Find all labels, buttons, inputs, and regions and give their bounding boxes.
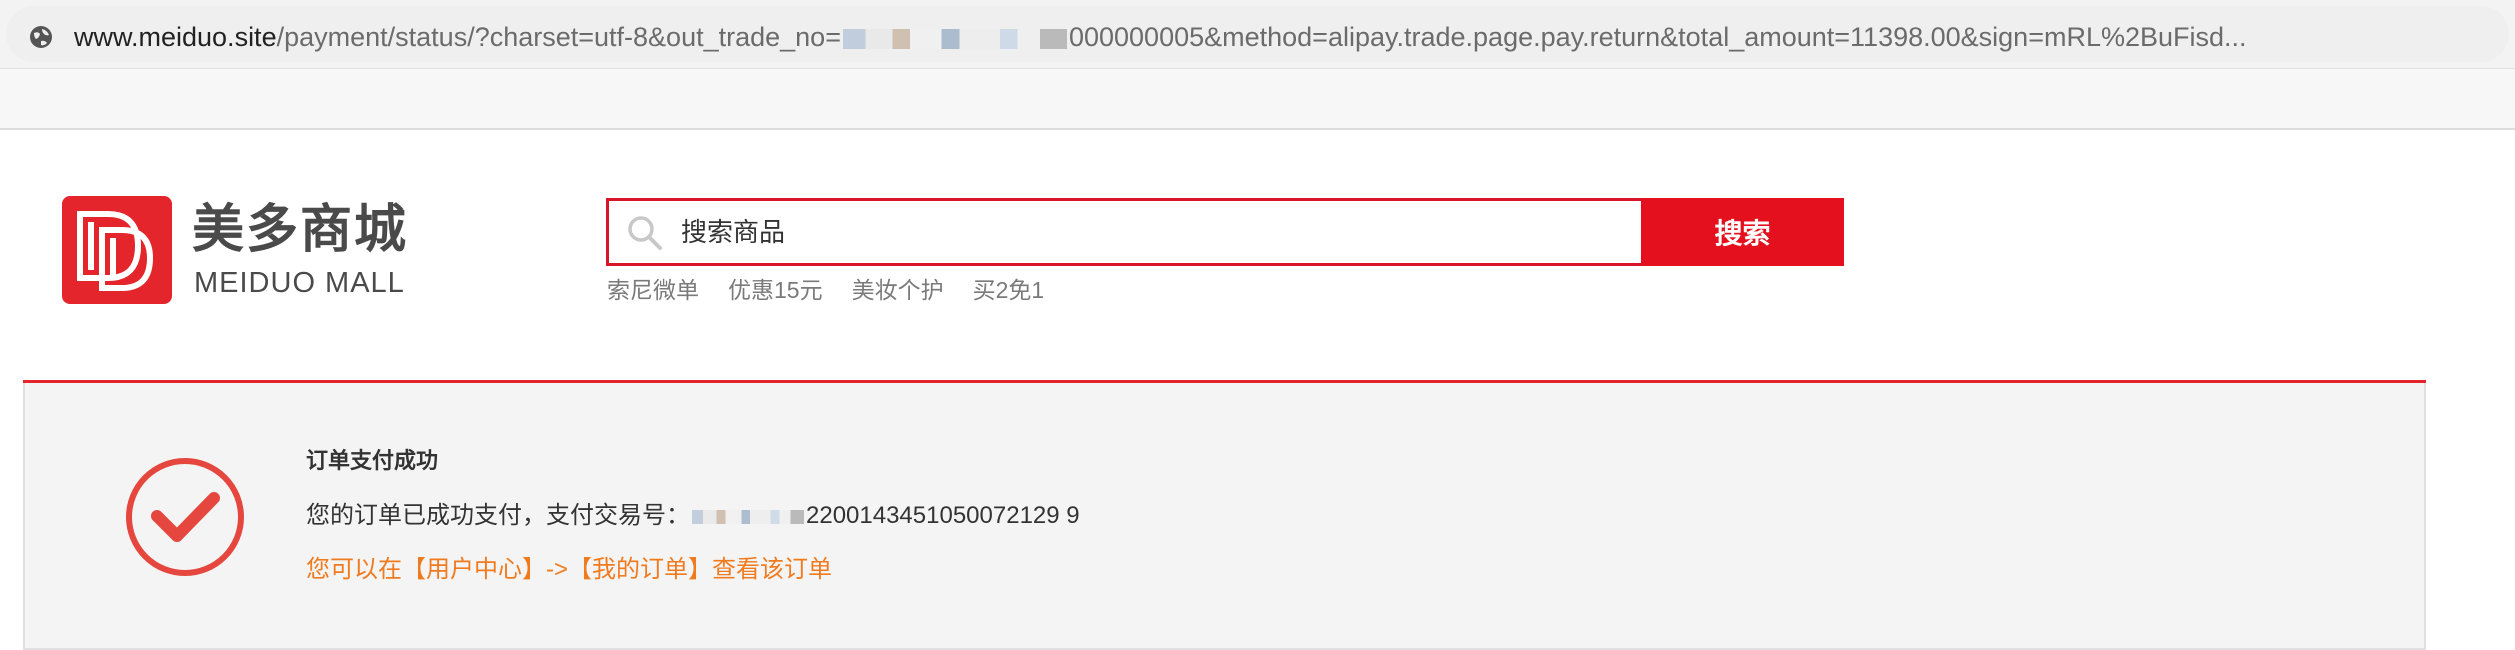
search-box [606,198,1644,266]
browser-address-bar: www.meiduo.site/payment/status/?charset=… [0,0,2515,68]
search-icon [628,216,662,250]
redacted-trade-id [692,509,804,524]
logo-chinese-text: 美多商城 [192,201,409,259]
redacted-trade-no [842,28,1067,49]
hot-word-link[interactable]: 美妆个护 [852,274,944,306]
trade-info-prefix: 您的订单已成功支付，支付交易号： [306,502,690,529]
hot-word-link[interactable]: 买2免1 [973,274,1045,306]
url-text: www.meiduo.site/payment/status/?charset=… [74,20,2504,54]
payment-success-title: 订单支付成功 [306,448,439,473]
search-input[interactable] [681,201,1621,263]
logo-english-text: MEIDUO MALL [194,267,405,299]
globe-icon [30,26,52,48]
hot-search-words: 索尼微单 优惠15元 美妆个护 买2免1 [607,274,1073,308]
url-field[interactable]: www.meiduo.site/payment/status/?charset=… [6,6,2509,62]
url-path-before: /payment/status/?charset=utf-8&out_trade… [276,22,841,52]
trade-number-suffix: 2200143451050072129 9 [806,502,1080,529]
hot-word-link[interactable]: 优惠15元 [728,274,823,306]
toolbar-strip [0,68,2515,130]
url-path-after: 000000005&method=alipay.trade.page.pay.r… [1068,22,2247,52]
success-check-icon [126,458,244,576]
url-host: www.meiduo.site [74,22,277,52]
payment-trade-info: 您的订单已成功支付，支付交易号： 2200143451050072129 9 [306,500,1080,532]
logo-mark-icon [62,196,172,304]
hot-word-link[interactable]: 索尼微单 [607,274,699,306]
site-logo[interactable]: 美多商城 MEIDUO MALL [62,196,412,306]
view-order-link[interactable]: 您可以在【用户中心】->【我的订单】查看该订单 [306,554,832,586]
search-button[interactable]: 搜索 [1641,198,1844,266]
